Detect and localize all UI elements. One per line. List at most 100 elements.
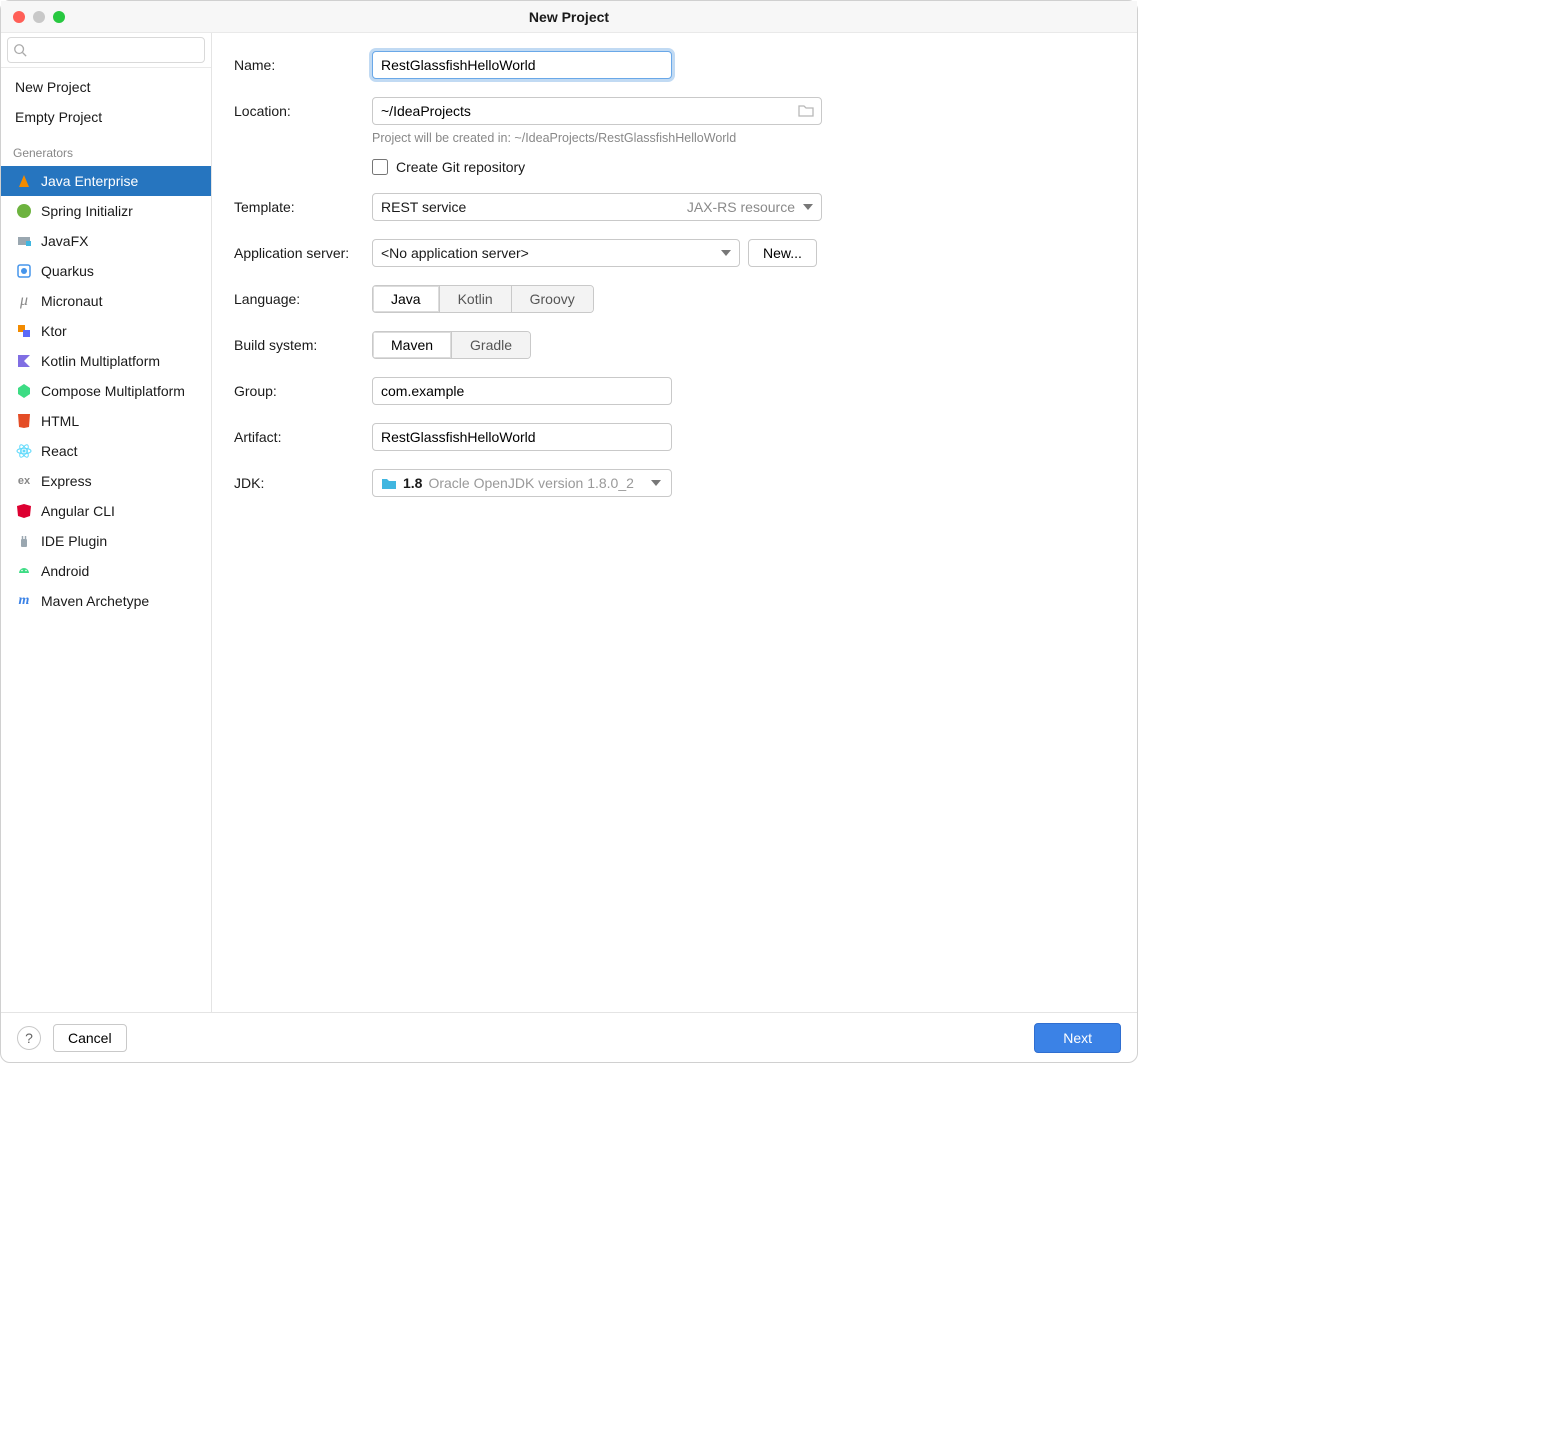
sidebar-item-spring-initializr[interactable]: Spring Initializr bbox=[1, 196, 211, 226]
maximize-window-button[interactable] bbox=[53, 11, 65, 23]
sidebar-item-empty-project[interactable]: Empty Project bbox=[1, 102, 211, 132]
sidebar-item-label: Compose Multiplatform bbox=[41, 383, 185, 399]
help-icon: ? bbox=[25, 1030, 33, 1046]
appserver-new-button[interactable]: New... bbox=[748, 239, 817, 267]
sidebar-item-quarkus[interactable]: Quarkus bbox=[1, 256, 211, 286]
sidebar-item-android[interactable]: Android bbox=[1, 556, 211, 586]
sidebar: New Project Empty Project Generators Jav… bbox=[1, 33, 212, 1012]
sidebar-item-javafx[interactable]: JavaFX bbox=[1, 226, 211, 256]
sidebar-item-label: IDE Plugin bbox=[41, 533, 107, 549]
sidebar-item-label: Kotlin Multiplatform bbox=[41, 353, 160, 369]
template-label: Template: bbox=[234, 199, 372, 215]
appserver-label: Application server: bbox=[234, 245, 372, 261]
template-hint: JAX-RS resource bbox=[687, 199, 795, 215]
language-segment: Java Kotlin Groovy bbox=[372, 285, 594, 313]
sidebar-item-label: Java Enterprise bbox=[41, 173, 138, 189]
sidebar-item-ide-plugin[interactable]: IDE Plugin bbox=[1, 526, 211, 556]
react-icon bbox=[15, 442, 33, 460]
sidebar-item-express[interactable]: ex Express bbox=[1, 466, 211, 496]
html-icon bbox=[15, 412, 33, 430]
sidebar-item-label: Micronaut bbox=[41, 293, 102, 309]
close-window-button[interactable] bbox=[13, 11, 25, 23]
sidebar-item-label: Angular CLI bbox=[41, 503, 115, 519]
android-icon bbox=[15, 562, 33, 580]
template-dropdown[interactable]: REST service JAX-RS resource bbox=[372, 193, 822, 221]
generators-header: Generators bbox=[1, 132, 211, 166]
quarkus-icon bbox=[15, 262, 33, 280]
language-option-kotlin[interactable]: Kotlin bbox=[440, 286, 512, 312]
spring-icon bbox=[15, 202, 33, 220]
javafx-icon bbox=[15, 232, 33, 250]
sidebar-item-label: New Project bbox=[15, 79, 90, 95]
appserver-value: <No application server> bbox=[381, 245, 529, 261]
buildsys-option-maven[interactable]: Maven bbox=[373, 332, 452, 358]
sidebar-item-ktor[interactable]: Ktor bbox=[1, 316, 211, 346]
sidebar-item-new-project[interactable]: New Project bbox=[1, 72, 211, 102]
sidebar-item-kotlin-multiplatform[interactable]: Kotlin Multiplatform bbox=[1, 346, 211, 376]
sidebar-item-label: Maven Archetype bbox=[41, 593, 149, 609]
sidebar-item-label: HTML bbox=[41, 413, 79, 429]
sidebar-item-micronaut[interactable]: μ Micronaut bbox=[1, 286, 211, 316]
maven-icon: m bbox=[15, 592, 33, 610]
jdk-value: 1.8 bbox=[403, 475, 422, 491]
appserver-dropdown[interactable]: <No application server> bbox=[372, 239, 740, 267]
chevron-down-icon bbox=[721, 250, 731, 256]
window-title: New Project bbox=[1, 9, 1137, 25]
sidebar-item-maven-archetype[interactable]: m Maven Archetype bbox=[1, 586, 211, 616]
git-checkbox-input[interactable] bbox=[372, 159, 388, 175]
window-controls bbox=[13, 11, 65, 23]
language-option-java[interactable]: Java bbox=[373, 286, 440, 312]
chevron-down-icon bbox=[803, 204, 813, 210]
buildsys-segment: Maven Gradle bbox=[372, 331, 531, 359]
footer: ? Cancel Next bbox=[1, 1012, 1137, 1062]
sidebar-item-compose-multiplatform[interactable]: Compose Multiplatform bbox=[1, 376, 211, 406]
search-icon bbox=[13, 43, 27, 57]
java-enterprise-icon bbox=[15, 172, 33, 190]
sidebar-item-label: Quarkus bbox=[41, 263, 94, 279]
cancel-button[interactable]: Cancel bbox=[53, 1024, 127, 1052]
next-button[interactable]: Next bbox=[1034, 1023, 1121, 1053]
group-label: Group: bbox=[234, 383, 372, 399]
form-panel: Name: Location: Project will be created … bbox=[212, 33, 1137, 1012]
buildsys-option-gradle[interactable]: Gradle bbox=[452, 332, 530, 358]
location-label: Location: bbox=[234, 103, 372, 119]
ktor-icon bbox=[15, 322, 33, 340]
sidebar-item-label: Ktor bbox=[41, 323, 67, 339]
compose-icon bbox=[15, 382, 33, 400]
sidebar-item-java-enterprise[interactable]: Java Enterprise bbox=[1, 166, 211, 196]
group-input[interactable] bbox=[372, 377, 672, 405]
location-hint: Project will be created in: ~/IdeaProjec… bbox=[372, 131, 1115, 145]
sidebar-item-angular-cli[interactable]: Angular CLI bbox=[1, 496, 211, 526]
folder-icon[interactable] bbox=[798, 104, 814, 118]
sidebar-item-react[interactable]: React bbox=[1, 436, 211, 466]
name-input[interactable] bbox=[372, 51, 672, 79]
sidebar-item-label: JavaFX bbox=[41, 233, 88, 249]
language-label: Language: bbox=[234, 291, 372, 307]
sidebar-item-label: Android bbox=[41, 563, 89, 579]
chevron-down-icon bbox=[651, 480, 661, 486]
sidebar-item-html[interactable]: HTML bbox=[1, 406, 211, 436]
jdk-label: JDK: bbox=[234, 475, 372, 491]
minimize-window-button[interactable] bbox=[33, 11, 45, 23]
folder-icon bbox=[381, 477, 397, 490]
express-icon: ex bbox=[15, 472, 33, 490]
angular-icon bbox=[15, 502, 33, 520]
jdk-desc: Oracle OpenJDK version 1.8.0_2 bbox=[428, 475, 663, 491]
sidebar-item-label: React bbox=[41, 443, 78, 459]
search-input[interactable] bbox=[7, 37, 205, 63]
buildsys-label: Build system: bbox=[234, 337, 372, 353]
sidebar-item-label: Empty Project bbox=[15, 109, 102, 125]
artifact-input[interactable] bbox=[372, 423, 672, 451]
kotlin-icon bbox=[15, 352, 33, 370]
jdk-dropdown[interactable]: 1.8 Oracle OpenJDK version 1.8.0_2 bbox=[372, 469, 672, 497]
name-label: Name: bbox=[234, 57, 372, 73]
sidebar-item-label: Express bbox=[41, 473, 92, 489]
help-button[interactable]: ? bbox=[17, 1026, 41, 1050]
language-option-groovy[interactable]: Groovy bbox=[512, 286, 593, 312]
location-input[interactable] bbox=[372, 97, 822, 125]
create-git-checkbox[interactable]: Create Git repository bbox=[372, 159, 525, 175]
artifact-label: Artifact: bbox=[234, 429, 372, 445]
plugin-icon bbox=[15, 532, 33, 550]
titlebar: New Project bbox=[1, 1, 1137, 33]
template-value: REST service bbox=[381, 199, 466, 215]
